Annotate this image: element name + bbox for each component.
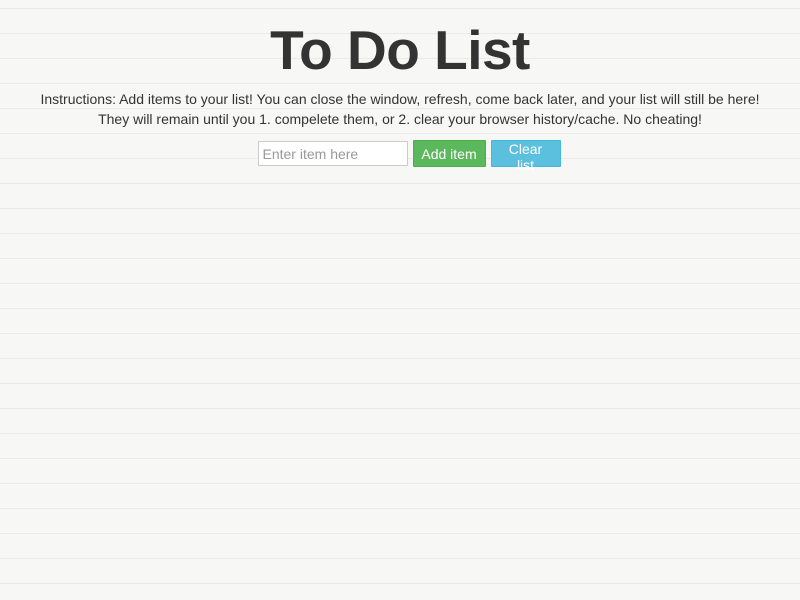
page-title: To Do List <box>270 19 530 81</box>
item-input[interactable] <box>257 141 408 166</box>
instructions: Instructions: Add items to your list! Yo… <box>40 89 760 129</box>
instructions-line-1: Instructions: Add items to your list! Yo… <box>40 91 760 107</box>
add-item-button[interactable]: Add item <box>412 140 486 167</box>
todo-form: Add item Clear list <box>0 140 800 173</box>
todo-page: To Do List Instructions: Add items to yo… <box>0 0 800 600</box>
instructions-line-2: They will remain until you 1. compelete … <box>98 111 702 127</box>
clear-list-button[interactable]: Clear list <box>490 140 561 173</box>
